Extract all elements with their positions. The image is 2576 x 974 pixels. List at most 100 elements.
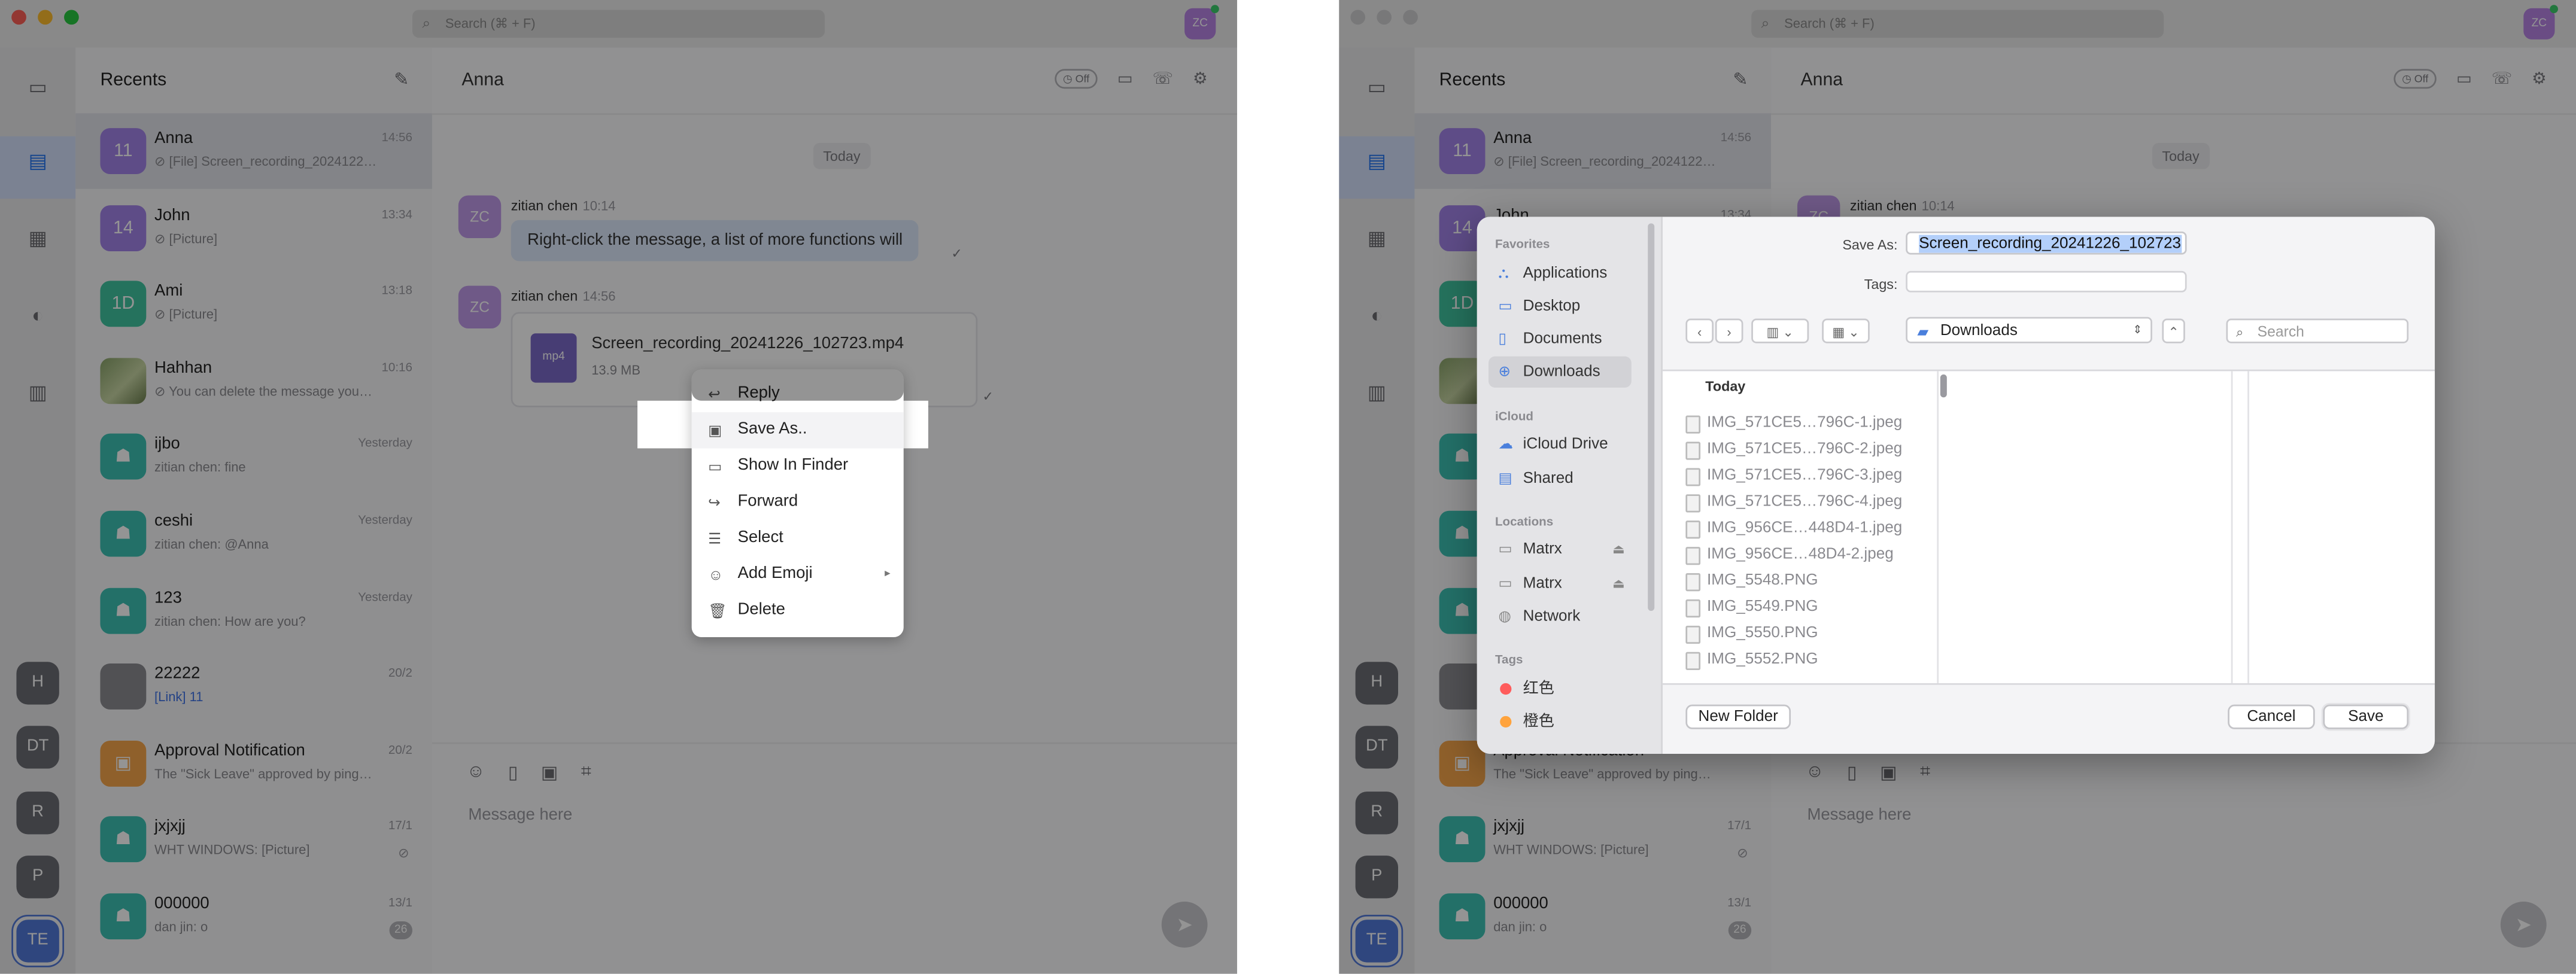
zoom-window-button[interactable]: [1403, 10, 1418, 25]
compose-icon[interactable]: ✎: [1733, 69, 1748, 90]
save-as-input[interactable]: Screen_recording_20241226_102723: [1906, 232, 2187, 255]
group-view-button[interactable]: ▦ ⌄: [1822, 318, 1870, 343]
sidebar-item-tag-red[interactable]: 红色: [1489, 673, 1632, 704]
workspace-r[interactable]: R: [16, 792, 59, 835]
avatar[interactable]: ZC: [458, 285, 502, 328]
file-column-scrollbar[interactable]: [1940, 374, 1947, 398]
conversation-item[interactable]: ☗ 000000 dan jin: o 13/1 26: [75, 879, 432, 954]
back-button[interactable]: ‹: [1685, 318, 1714, 343]
close-window-button[interactable]: [1350, 10, 1366, 25]
location-popup[interactable]: ▰ Downloads ⇕: [1906, 316, 2152, 343]
global-search-input[interactable]: ⌕ Search (⌘ + F): [412, 10, 825, 38]
sidebar-item-documents[interactable]: ▯ Documents: [1489, 324, 1632, 355]
workspace-h[interactable]: H: [16, 662, 59, 705]
video-meeting-icon[interactable]: ▭: [25, 75, 51, 98]
video-call-icon[interactable]: ▭: [1117, 70, 1133, 88]
sidebar-item-icloud-drive[interactable]: ☁ iCloud Drive: [1489, 428, 1632, 459]
message-input[interactable]: Message here: [1807, 806, 1911, 824]
file-row[interactable]: IMG_5549.PNG: [1685, 595, 1818, 621]
file-row[interactable]: IMG_5550.PNG: [1685, 621, 1818, 647]
new-folder-button[interactable]: New Folder: [1685, 704, 1791, 729]
chat-icon[interactable]: ▤: [25, 150, 51, 172]
emoji-icon[interactable]: ☺: [467, 762, 485, 784]
menu-item-select[interactable]: ☰ Select: [692, 521, 904, 556]
sidebar-item-matrx-1[interactable]: ▭ Matrx ⏏: [1489, 534, 1632, 565]
image-icon[interactable]: ▣: [541, 762, 558, 783]
gear-icon[interactable]: ⚙: [2532, 70, 2547, 88]
compose-icon[interactable]: ✎: [394, 69, 409, 90]
sidebar-item-applications[interactable]: ⛬ Applications: [1489, 258, 1632, 289]
forward-button[interactable]: ›: [1715, 318, 1743, 343]
menu-item-show-in-finder[interactable]: ▭ Show In Finder: [692, 448, 904, 484]
menu-item-save-as[interactable]: ▣ Save As..: [691, 412, 904, 449]
file-row[interactable]: IMG_956CE…48D4-2.jpeg: [1685, 542, 1894, 568]
conversation-item[interactable]: 14 John ⊘ [Picture] 13:34: [75, 190, 432, 266]
zoom-window-button[interactable]: [64, 10, 79, 25]
workspace-h[interactable]: H: [1355, 662, 1398, 705]
conversation-item[interactable]: 11 Anna ⊘ [File] Screen_recording_2024122……: [75, 113, 432, 189]
cancel-button[interactable]: Cancel: [2228, 704, 2315, 729]
timer-off-toggle[interactable]: ◷ Off: [1055, 69, 1098, 89]
sidebar-item-tag-orange[interactable]: 橙色: [1489, 706, 1632, 737]
workspace-dt[interactable]: DT: [16, 726, 59, 769]
screenshot-icon[interactable]: ⌗: [1920, 762, 1930, 784]
phone-icon[interactable]: ☏: [2492, 70, 2512, 88]
docs-icon[interactable]: ▥: [1363, 381, 1390, 404]
workspace-te[interactable]: TE: [1355, 920, 1398, 963]
contacts-icon[interactable]: ◐: [25, 304, 51, 327]
conversation-item[interactable]: ☗ 123 zitian chen: How are you? Yesterday: [75, 573, 432, 649]
tags-input[interactable]: [1906, 270, 2187, 293]
workspace-te[interactable]: TE: [16, 920, 59, 963]
send-icon[interactable]: ➤: [2500, 902, 2547, 948]
message-input[interactable]: Message here: [468, 806, 572, 824]
conversation-item[interactable]: 1D Ami ⊘ [Picture] 13:18: [75, 266, 432, 342]
conversation-item[interactable]: Hahhan ⊘ You can delete the message you… 1…: [75, 343, 432, 419]
image-icon[interactable]: ▣: [1880, 762, 1897, 783]
sidebar-item-matrx-2[interactable]: ▭ Matrx ⏏: [1489, 568, 1632, 599]
conversation-item[interactable]: 11 Anna ⊘ [File] Screen_recording_2024122……: [1414, 113, 1772, 189]
calendar-icon[interactable]: ▦: [25, 227, 51, 249]
gear-icon[interactable]: ⚙: [1193, 70, 1208, 88]
sidebar-item-shared[interactable]: ▤ Shared: [1489, 463, 1632, 494]
file-row[interactable]: IMG_571CE5…796C-2.jpeg: [1685, 437, 1902, 463]
sidebar-item-network[interactable]: ◍ Network: [1489, 601, 1632, 632]
file-icon[interactable]: ▯: [1847, 762, 1857, 783]
eject-icon[interactable]: ⏏: [1612, 534, 1625, 565]
file-row[interactable]: IMG_571CE5…796C-4.jpeg: [1685, 489, 1902, 516]
chat-icon[interactable]: ▤: [1363, 150, 1390, 172]
file-row[interactable]: IMG_571CE5…796C-3.jpeg: [1685, 463, 1902, 489]
emoji-icon[interactable]: ☺: [1806, 762, 1824, 784]
sidebar-item-downloads[interactable]: ⊕ Downloads: [1488, 356, 1632, 388]
minimize-window-button[interactable]: [38, 10, 53, 25]
phone-icon[interactable]: ☏: [1153, 70, 1173, 88]
video-call-icon[interactable]: ▭: [2456, 70, 2472, 88]
minimize-window-button[interactable]: [1377, 10, 1392, 25]
menu-item-add-emoji[interactable]: ☺ Add Emoji ▸: [692, 557, 904, 593]
conversation-item[interactable]: ☗ jxjxjj WHT WINDOWS: [Picture] 17/1 ⊘: [1414, 802, 1771, 877]
eject-icon[interactable]: ⏏: [1612, 568, 1625, 599]
column-view-button[interactable]: ▥ ⌄: [1751, 318, 1809, 343]
message-bubble[interactable]: Right-click the message, a list of more …: [511, 220, 919, 261]
close-window-button[interactable]: [11, 10, 26, 25]
avatar[interactable]: ZC: [458, 195, 502, 239]
file-row[interactable]: IMG_5552.PNG: [1685, 647, 1818, 674]
sidebar-scrollbar[interactable]: [1648, 223, 1655, 611]
screenshot-icon[interactable]: ⌗: [581, 762, 591, 784]
contacts-icon[interactable]: ◐: [1363, 304, 1390, 327]
send-icon[interactable]: ➤: [1161, 902, 1208, 948]
menu-item-reply[interactable]: ↩ Reply: [692, 376, 904, 412]
save-button[interactable]: Save: [2323, 704, 2409, 729]
conversation-item[interactable]: ☗ ijbo zitian chen: fine Yesterday: [75, 419, 432, 494]
workspace-dt[interactable]: DT: [1355, 726, 1398, 769]
file-row[interactable]: IMG_956CE…448D4-1.jpeg: [1685, 516, 1902, 542]
timer-off-toggle[interactable]: ◷ Off: [2393, 69, 2437, 89]
global-search-input[interactable]: ⌕ Search (⌘ + F): [1751, 10, 2164, 38]
docs-icon[interactable]: ▥: [25, 381, 51, 404]
collapse-button[interactable]: ⌃: [2162, 318, 2185, 343]
workspace-p[interactable]: P: [1355, 856, 1398, 899]
conversation-item[interactable]: ☗ 000000 dan jin: o 13/1 26: [1414, 879, 1771, 954]
video-meeting-icon[interactable]: ▭: [1363, 75, 1390, 98]
menu-item-delete[interactable]: 🗑 Delete: [692, 593, 904, 629]
workspace-r[interactable]: R: [1355, 792, 1398, 835]
my-avatar[interactable]: ZC: [2523, 5, 2558, 39]
